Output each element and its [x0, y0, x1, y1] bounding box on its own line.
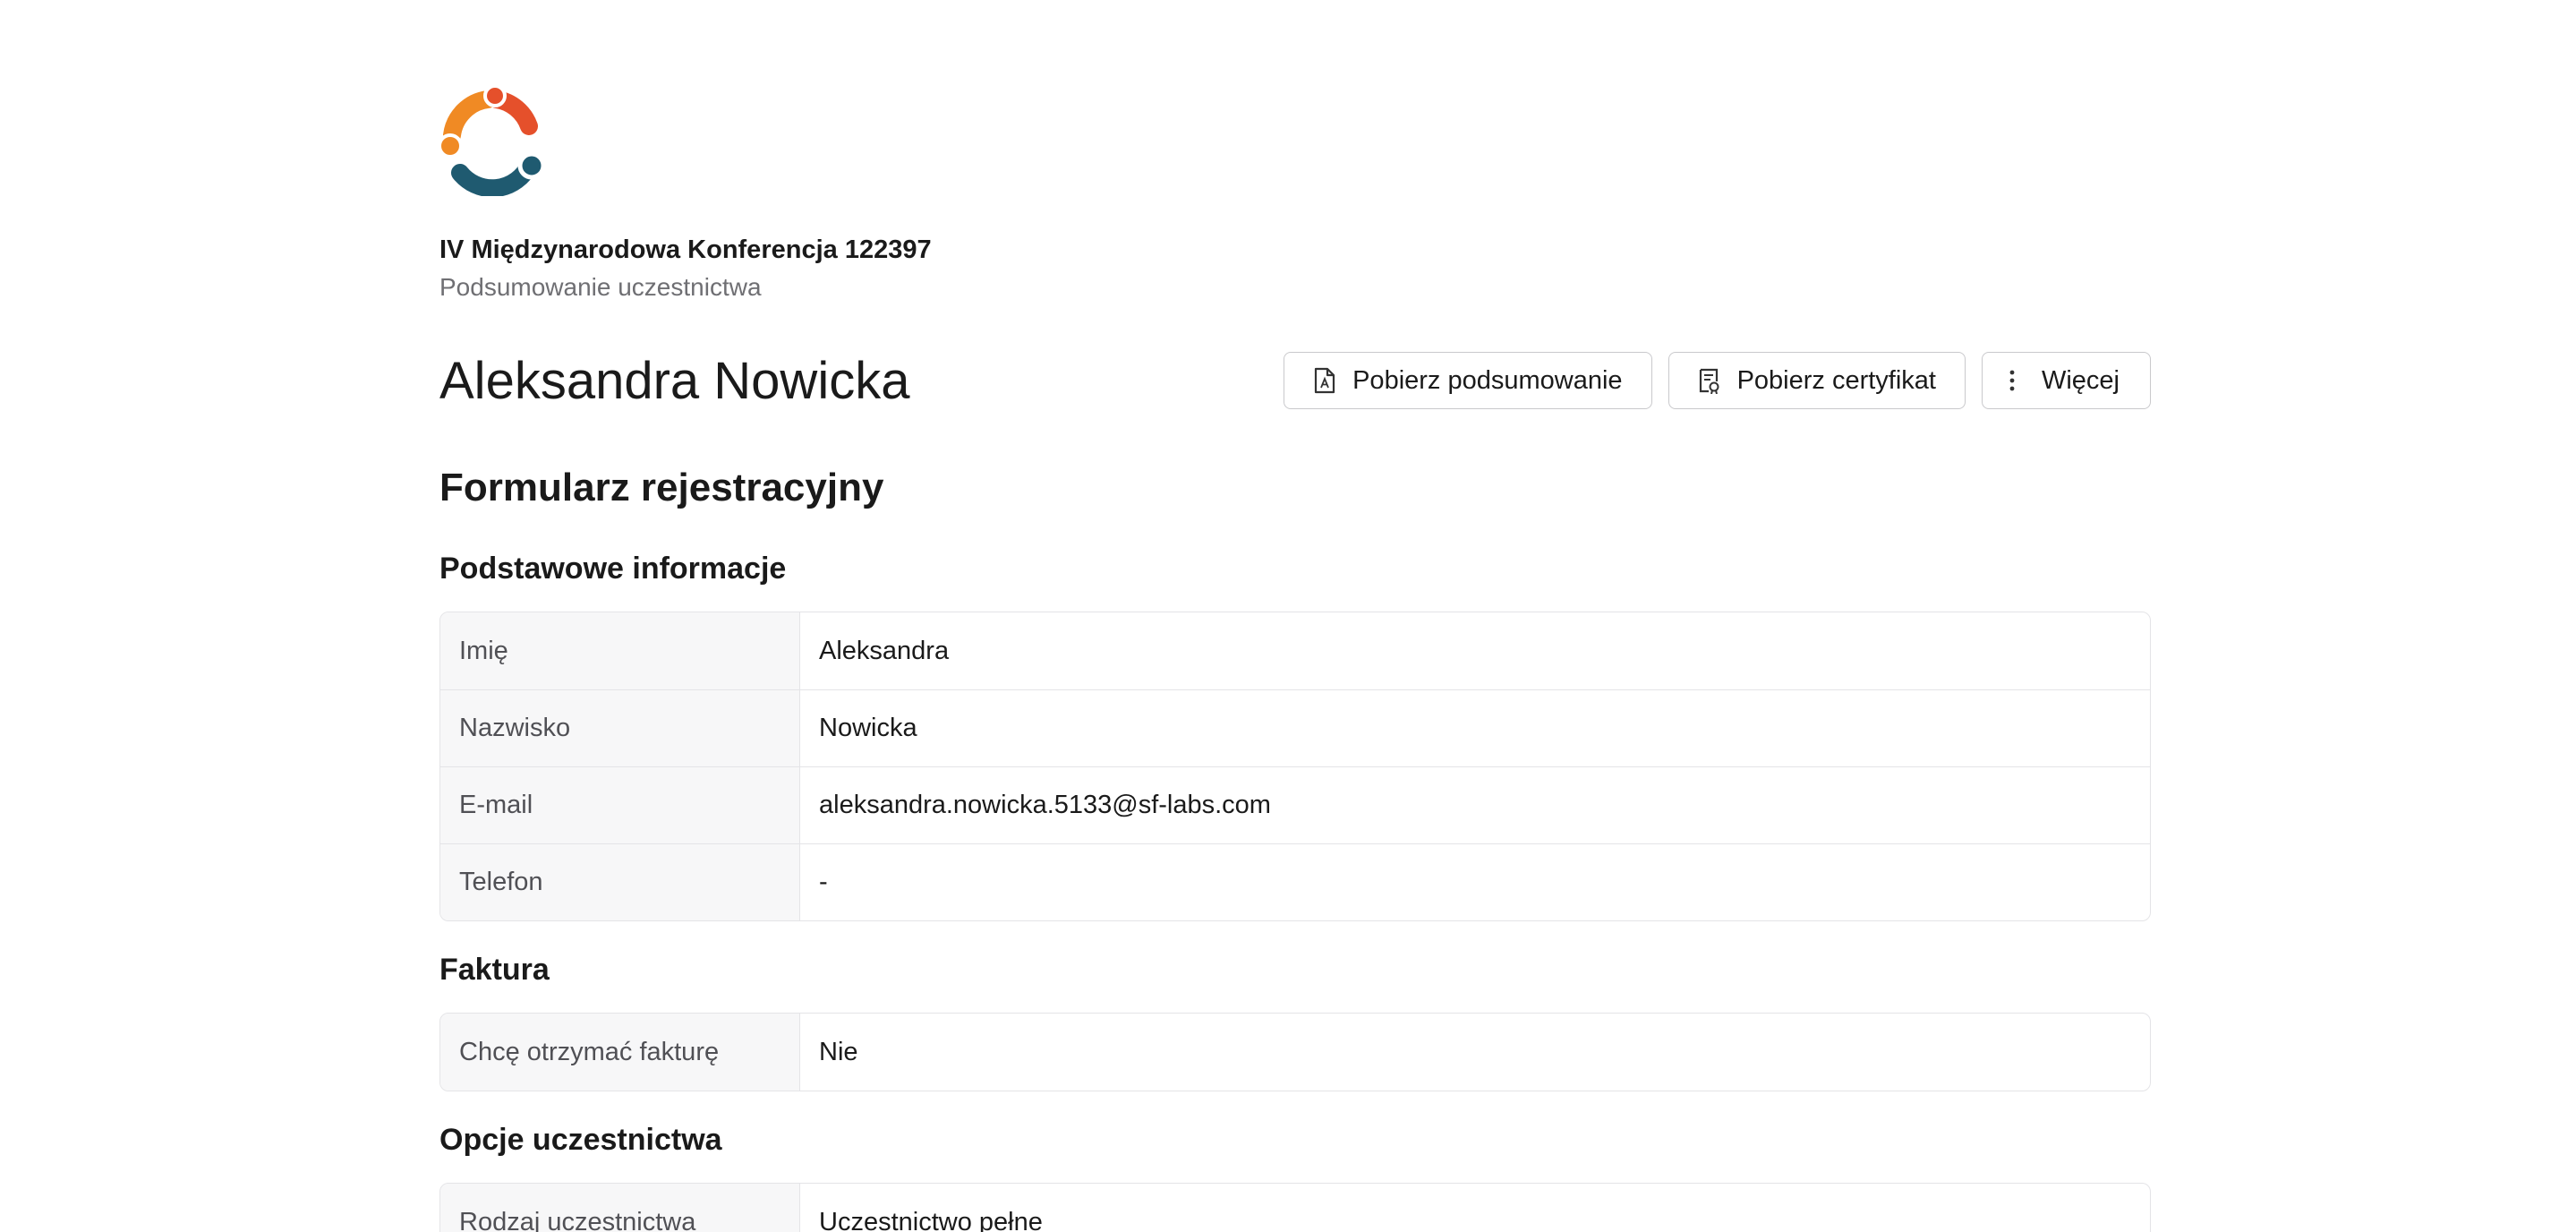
- basic-info-title: Podstawowe informacje: [439, 552, 787, 586]
- download-summary-button[interactable]: Pobierz podsumowanie: [1284, 352, 1652, 409]
- page-subtitle: Podsumowanie uczestnictwa: [439, 273, 762, 301]
- table-row: Telefon -: [440, 843, 2150, 920]
- people-circle-logo: [439, 85, 543, 196]
- table-row: E-mail aleksandra.nowicka.5133@sf-labs.c…: [440, 766, 2150, 843]
- registration-form-title: Formularz rejestracyjny: [439, 466, 884, 509]
- main-content: IV Międzynarodowa Konferencja 122397 Pod…: [439, 85, 2151, 1232]
- row-value: Aleksandra: [819, 636, 950, 665]
- pdf-file-icon: [1314, 367, 1335, 394]
- invoice-table: Chcę otrzymać fakturę Nie: [439, 1013, 2151, 1091]
- row-label: Rodzaj uczestnictwa: [440, 1184, 800, 1232]
- participation-options-title: Opcje uczestnictwa: [439, 1123, 722, 1157]
- row-label: Imię: [440, 612, 800, 689]
- row-value: Nowicka: [819, 714, 917, 742]
- participant-header: Aleksandra Nowicka Pobierz podsumowanie: [439, 350, 2151, 413]
- table-row: Imię Aleksandra: [440, 612, 2150, 689]
- row-label: Chcę otrzymać fakturę: [440, 1014, 800, 1091]
- vertical-dots-icon: [2009, 370, 2015, 391]
- table-row: Rodzaj uczestnictwa Uczestnictwo pełne: [440, 1184, 2150, 1232]
- basic-info-table: Imię Aleksandra Nazwisko Nowicka E-mail …: [439, 612, 2151, 921]
- download-certificate-label: Pobierz certyfikat: [1736, 365, 1936, 395]
- participant-name: Aleksandra Nowicka: [439, 352, 910, 410]
- row-value: Uczestnictwo pełne: [819, 1207, 1043, 1232]
- row-value: aleksandra.nowicka.5133@sf-labs.com: [819, 791, 1271, 819]
- certificate-icon: [1699, 368, 1719, 394]
- download-summary-label: Pobierz podsumowanie: [1352, 365, 1623, 395]
- action-buttons: Pobierz podsumowanie Pobierz certyfikat: [1284, 352, 2151, 409]
- row-label: Nazwisko: [440, 690, 800, 766]
- page: IV Międzynarodowa Konferencja 122397 Pod…: [0, 0, 2576, 1232]
- more-label: Więcej: [2041, 365, 2120, 395]
- download-certificate-button[interactable]: Pobierz certyfikat: [1668, 352, 1966, 409]
- row-value: -: [819, 868, 828, 896]
- conference-title: IV Międzynarodowa Konferencja 122397: [439, 235, 932, 264]
- row-label: Telefon: [440, 844, 800, 920]
- invoice-title: Faktura: [439, 953, 550, 987]
- table-row: Nazwisko Nowicka: [440, 689, 2150, 766]
- more-button[interactable]: Więcej: [1981, 352, 2151, 409]
- table-row: Chcę otrzymać fakturę Nie: [440, 1014, 2150, 1091]
- participation-options-table: Rodzaj uczestnictwa Uczestnictwo pełne: [439, 1183, 2151, 1232]
- row-value: Nie: [819, 1037, 858, 1066]
- row-label: E-mail: [440, 767, 800, 843]
